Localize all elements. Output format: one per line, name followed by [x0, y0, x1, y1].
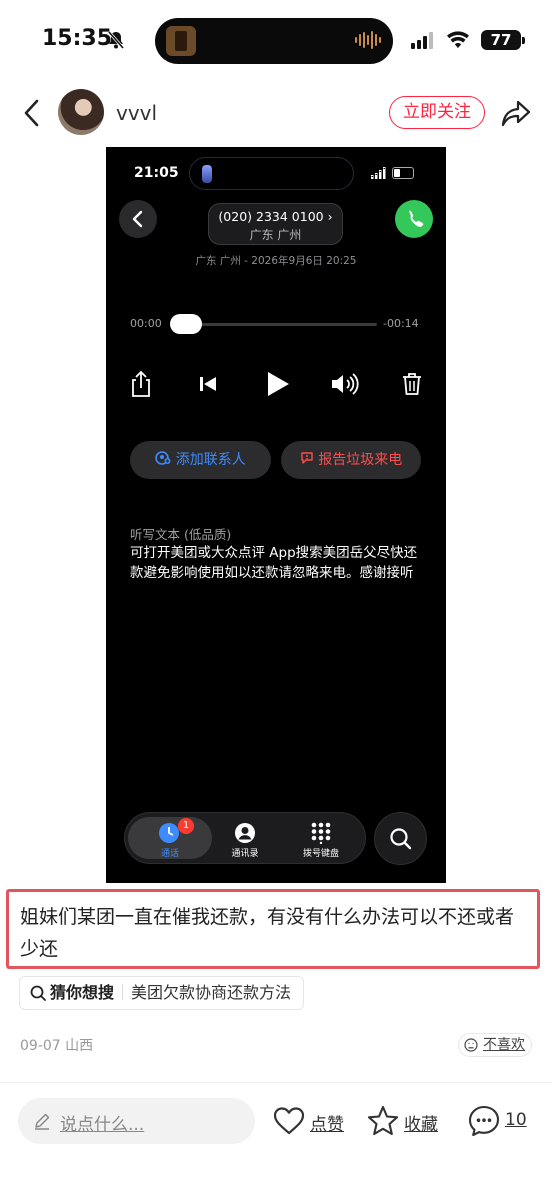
sad-face-icon	[464, 1038, 478, 1052]
now-playing-thumbnail	[166, 26, 196, 56]
playback-track[interactable]	[172, 323, 377, 326]
image-search-icon	[390, 828, 412, 850]
comment-placeholder: 说点什么...	[60, 1115, 145, 1135]
search-icon	[30, 985, 46, 1001]
missed-calls-badge: 1	[178, 818, 194, 834]
caller-info-pill[interactable]: (020) 2334 0100 › 广东 广州	[208, 203, 343, 245]
pencil-icon	[35, 1113, 50, 1130]
wifi-icon	[447, 31, 469, 48]
playback-remaining: -00:14	[383, 317, 419, 330]
tab-recents-label: 通话	[160, 849, 179, 859]
call-date-line: 广东 广州 - 2026年9月6日 20:25	[195, 255, 357, 267]
transcript-body: 可打开美团或大众点评 App搜索美团岳父尽快还款避免影响使用如以还款请忽略来电。…	[130, 545, 418, 581]
image-search-button[interactable]	[374, 812, 427, 865]
caller-number: (020) 2334 0100 ›	[218, 209, 333, 224]
chip-divider	[122, 984, 124, 1000]
share-icon[interactable]	[500, 98, 532, 128]
author-username[interactable]: vvvl	[116, 101, 157, 125]
audio-waveform-icon	[355, 31, 381, 49]
image-dynamic-island	[189, 157, 354, 190]
add-person-icon	[155, 451, 171, 465]
follow-button[interactable]: 立即关注	[389, 96, 485, 129]
image-share-icon[interactable]	[128, 369, 154, 399]
author-avatar[interactable]	[58, 89, 104, 135]
collect-button[interactable]: 收藏	[366, 1104, 446, 1138]
comment-button[interactable]: 10	[467, 1104, 537, 1138]
trash-icon[interactable]	[399, 369, 425, 399]
report-spam-button[interactable]: 报告垃圾来电	[281, 441, 421, 479]
image-battery-icon	[392, 167, 414, 179]
comment-input[interactable]: 说点什么...	[18, 1098, 255, 1144]
contacts-icon[interactable]	[234, 822, 256, 844]
star-icon	[367, 1105, 399, 1136]
transcript-title: 听写文本 (低品质)	[130, 527, 232, 542]
silent-bell-icon	[107, 31, 125, 49]
dislike-label: 不喜欢	[483, 1037, 525, 1053]
like-button[interactable]: 点赞	[272, 1104, 352, 1138]
status-time: 15:35	[42, 26, 113, 51]
skip-back-icon[interactable]	[195, 369, 221, 399]
playback-scrubber[interactable]	[170, 314, 202, 334]
image-status-time: 21:05	[134, 165, 179, 181]
cellular-signal-icon	[411, 32, 433, 49]
playback-elapsed: 00:00	[130, 317, 162, 330]
image-signal-icon	[371, 167, 386, 179]
image-chevron-left-icon	[132, 210, 143, 228]
post-meta: 09-07 山西	[20, 1035, 93, 1055]
search-suggestion-lead: 猜你想搜	[50, 983, 115, 1002]
heart-icon	[273, 1107, 305, 1135]
search-suggestion-chip[interactable]: 猜你想搜 美团欠款协商还款方法	[19, 976, 305, 1010]
add-contact-label: 添加联系人	[175, 452, 246, 468]
comment-count: 10	[505, 1110, 527, 1130]
call-back-button[interactable]	[395, 200, 433, 238]
phone-icon	[409, 210, 424, 227]
speaker-icon[interactable]	[329, 369, 359, 399]
back-button[interactable]	[18, 96, 46, 130]
image-back-button[interactable]	[119, 200, 157, 238]
keypad-icon[interactable]	[310, 822, 332, 844]
bottom-divider	[0, 1082, 552, 1083]
play-icon[interactable]	[263, 369, 291, 399]
battery-level: 77	[481, 30, 521, 50]
search-suggestion-text: 美团欠款协商还款方法	[131, 983, 292, 1002]
battery-tip	[522, 37, 525, 44]
collect-label: 收藏	[404, 1115, 438, 1135]
tab-keypad-label[interactable]: 拨号键盘	[286, 846, 356, 859]
dislike-button[interactable]: 不喜欢	[458, 1033, 532, 1057]
post-caption: 姐妹们某团一直在催我还款，有没有什么办法可以不还或者少还	[20, 906, 515, 960]
add-contact-button[interactable]: 添加联系人	[130, 441, 271, 479]
post-date: 09-07	[20, 1038, 61, 1054]
clock-icon	[159, 823, 179, 843]
image-recording-indicator	[202, 165, 212, 183]
like-label: 点赞	[310, 1115, 344, 1135]
tab-contacts-label[interactable]: 通讯录	[210, 846, 280, 859]
report-icon	[301, 452, 313, 464]
caller-location: 广东 广州	[249, 228, 302, 242]
post-image[interactable]: 21:05 (020) 2334 0100 › 广东 广州 广东 广州 - 20…	[106, 147, 446, 883]
status-bar: 15:35 77	[0, 0, 552, 84]
post-region: 山西	[65, 1038, 94, 1054]
comment-bubble-icon	[468, 1105, 500, 1137]
report-spam-label: 报告垃圾来电	[318, 452, 403, 468]
